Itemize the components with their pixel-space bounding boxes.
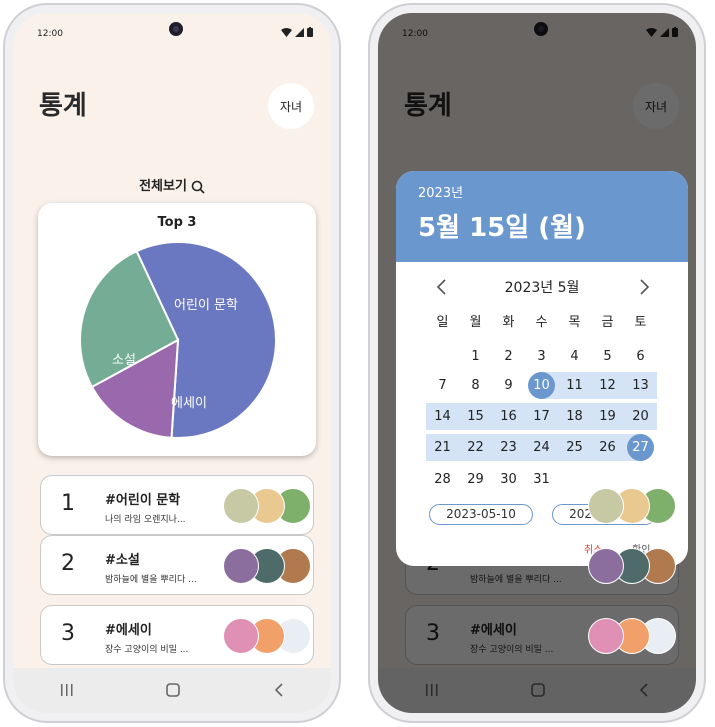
ranking-card-3[interactable]: 3 #에세이장수 고양이의 비밀 ... (40, 605, 314, 665)
phone-left: 12:00 통계 자녀 전체보기 Top 3 어린이 문학 에세이 소설 1 #어린이… (3, 3, 341, 723)
rank-number: 2 (61, 551, 75, 576)
status-bar: 12:00 (13, 13, 331, 53)
ranking-card-2[interactable]: 2 #소설밤하늘에 별을 뿌리다 ... (40, 535, 314, 595)
calendar-day[interactable]: 23 (492, 434, 525, 461)
home-icon (166, 683, 180, 697)
signal-icon (295, 27, 304, 37)
rank-number: 3 (61, 621, 75, 646)
rank-category: #소설 (105, 553, 140, 568)
rank-book-title: 밤하늘에 별을 뿌리다 ... (105, 575, 197, 585)
calendar-day[interactable]: 20 (624, 403, 657, 430)
book-thumbnails (223, 488, 311, 524)
calendar-day[interactable]: 7 (426, 372, 459, 399)
rank-category: #어린이 문학 (105, 493, 181, 508)
book-cover-thumbnail (223, 488, 259, 524)
recent-apps-button[interactable] (57, 680, 77, 700)
rank-book-title: 나의 라임 오렌지나... (105, 515, 186, 525)
calendar-day[interactable]: 14 (426, 403, 459, 430)
calendar-day[interactable]: 18 (558, 403, 591, 430)
book-cover-thumbnail (588, 618, 624, 654)
back-button[interactable] (269, 680, 289, 700)
pie-chart: 어린이 문학에세이 소설 (79, 241, 277, 439)
pie-slice-label: 어린이 문학 (174, 298, 238, 313)
calendar-day[interactable]: 3 (525, 343, 558, 370)
camera-icon (169, 22, 183, 36)
calendar-day[interactable]: 28 (426, 466, 459, 493)
book-thumbnails (588, 618, 676, 654)
calendar-day[interactable]: 4 (558, 343, 591, 370)
calendar-day[interactable]: 26 (591, 434, 624, 461)
calendar-day[interactable]: 12 (591, 372, 624, 399)
ranking-card-1[interactable]: 1 #어린이 문학나의 라임 오렌지나... (40, 475, 314, 535)
book-thumbnails (223, 548, 311, 584)
range-start-day[interactable]: 10 (525, 372, 558, 399)
page-title: 통계 (39, 91, 87, 121)
child-select-button[interactable]: 자녀 (268, 83, 314, 129)
calendar-day[interactable]: 13 (624, 372, 657, 399)
calendar-day[interactable]: 5 (591, 343, 624, 370)
rank-number: 1 (61, 491, 75, 516)
navigation-bar (13, 668, 331, 713)
search-icon (191, 180, 205, 194)
battery-icon (307, 27, 313, 37)
rank-book-title: 장수 고양이의 비밀 ... (105, 645, 189, 655)
home-button[interactable] (163, 680, 183, 700)
calendar-day[interactable]: 11 (558, 372, 591, 399)
calendar-day[interactable]: 24 (525, 434, 558, 461)
back-icon (274, 683, 283, 697)
calendar-day[interactable]: 9 (492, 372, 525, 399)
book-cover-thumbnail (588, 488, 624, 524)
calendar-day[interactable]: 1 (459, 343, 492, 370)
calendar-day[interactable]: 2 (492, 343, 525, 370)
book-cover-thumbnail (588, 548, 624, 584)
statistics-screen: 12:00 통계 자녀 전체보기 Top 3 어린이 문학 에세이 소설 1 #어린이… (13, 13, 331, 713)
calendar-day[interactable]: 31 (525, 466, 558, 493)
calendar-day[interactable]: 8 (459, 372, 492, 399)
top3-chart-card: Top 3 어린이 문학 에세이 소설 (38, 203, 316, 456)
wifi-icon (281, 27, 292, 37)
recent-apps-icon (61, 684, 73, 696)
calendar-day[interactable]: 29 (459, 466, 492, 493)
view-all-label: 전체보기 (139, 179, 187, 194)
calendar-day[interactable]: 25 (558, 434, 591, 461)
calendar-day[interactable]: 17 (525, 403, 558, 430)
calendar-day[interactable]: 22 (459, 434, 492, 461)
book-cover-thumbnail (223, 548, 259, 584)
calendar-day[interactable]: 16 (492, 403, 525, 430)
view-all-button[interactable]: 전체보기 (13, 175, 331, 194)
calendar-day[interactable]: 6 (624, 343, 657, 370)
status-time: 12:00 (37, 29, 63, 39)
phone-right: 12:00 통계 자녀 1#어린이 문학나의 라임 오렌지나...2#소설밤하늘… (368, 3, 706, 723)
calendar-day[interactable]: 19 (591, 403, 624, 430)
calendar-day[interactable]: 30 (492, 466, 525, 493)
book-thumbnails (223, 618, 311, 654)
statistics-screen-with-datepicker: 12:00 통계 자녀 1#어린이 문학나의 라임 오렌지나...2#소설밤하늘… (378, 13, 696, 713)
pie-slice-label: 소설 (112, 353, 136, 368)
status-icons (281, 27, 313, 37)
book-cover-thumbnail (223, 618, 259, 654)
calendar-day[interactable]: 21 (426, 434, 459, 461)
calendar-day[interactable]: 15 (459, 403, 492, 430)
pie-slice-label: 에세이 (171, 396, 207, 411)
range-end-day[interactable]: 27 (624, 434, 657, 461)
rank-category: #에세이 (105, 623, 152, 638)
